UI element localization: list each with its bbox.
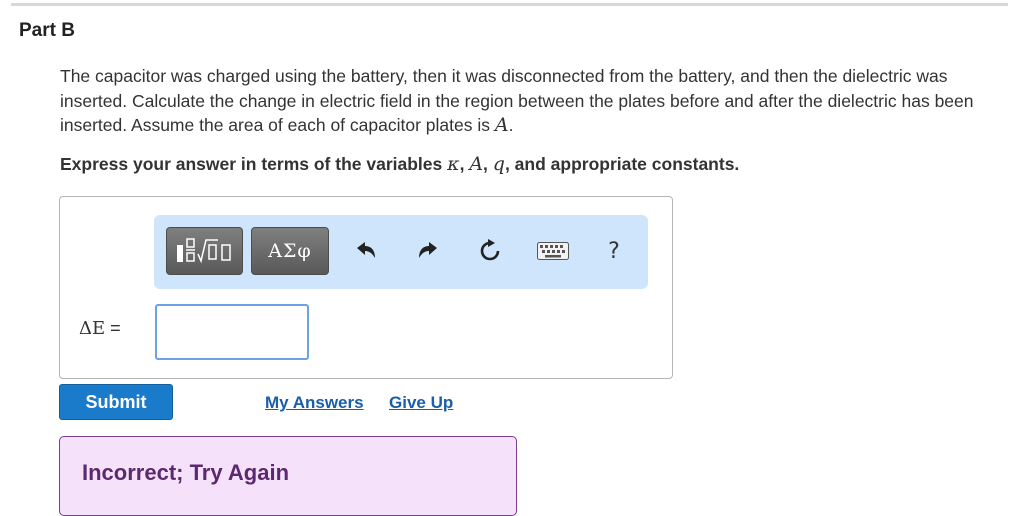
instruction-var-q: q	[492, 153, 505, 175]
math-toolbar: ΑΣφ ?	[154, 215, 648, 289]
instruction-sep: ,	[459, 154, 470, 174]
symbols-button[interactable]: ΑΣφ	[251, 227, 329, 275]
answer-input[interactable]	[155, 304, 309, 360]
instruction-prefix: Express your answer in terms of the vari…	[60, 154, 448, 174]
part-title: Part B	[19, 20, 75, 41]
give-up-link[interactable]: Give Up	[389, 393, 453, 413]
my-answers-link[interactable]: My Answers	[265, 393, 364, 413]
help-icon: ?	[608, 238, 620, 264]
question-body: The capacitor was charged using the batt…	[60, 66, 974, 135]
undo-icon	[357, 242, 375, 258]
delta-e-symbol: ΔE	[79, 318, 106, 339]
equals-sign: =	[105, 318, 121, 338]
reset-button[interactable]	[476, 236, 504, 266]
instruction-var-a: A	[469, 153, 484, 175]
question-end: .	[508, 115, 514, 135]
question-variable: A	[494, 114, 509, 136]
feedback-text: Incorrect; Try Again	[82, 460, 290, 485]
instruction-var-kappa: κ	[447, 153, 460, 175]
feedback-panel: Incorrect; Try Again	[59, 436, 517, 516]
reset-icon	[480, 239, 500, 261]
redo-icon	[419, 242, 437, 258]
templates-button[interactable]	[166, 227, 243, 275]
question-text: The capacitor was charged using the batt…	[60, 64, 995, 138]
help-button[interactable]: ?	[600, 236, 628, 266]
keyboard-icon	[537, 242, 569, 260]
answer-instruction: Express your answer in terms of the vari…	[60, 153, 739, 175]
templates-icon	[176, 238, 231, 264]
instruction-suffix: , and appropriate constants.	[504, 154, 740, 174]
submit-button[interactable]: Submit	[59, 384, 173, 420]
delta-e-label: ΔE =	[79, 318, 121, 339]
instruction-sep: ,	[483, 154, 493, 174]
top-divider	[11, 3, 1008, 6]
redo-button[interactable]	[414, 236, 442, 266]
undo-button[interactable]	[352, 236, 380, 266]
keyboard-button[interactable]	[533, 236, 573, 266]
